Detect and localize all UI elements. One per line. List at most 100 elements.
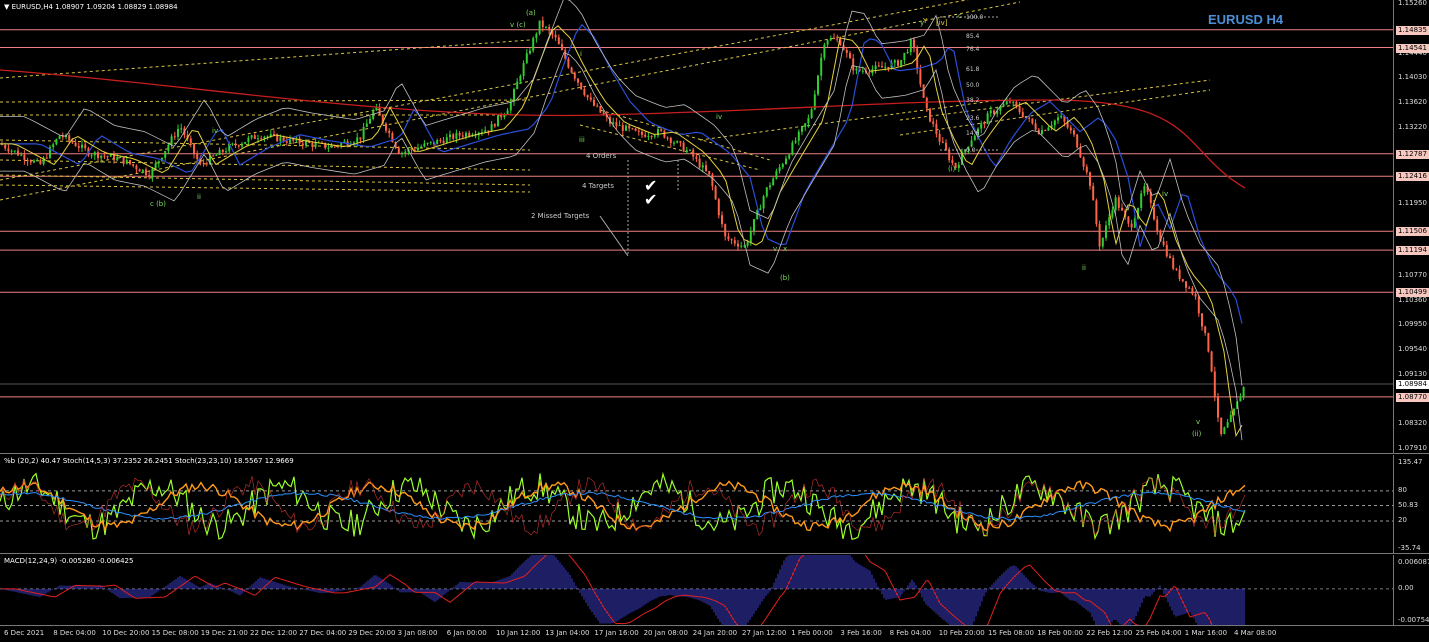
- wave-label: iv: [212, 127, 219, 135]
- candle-body: [465, 132, 467, 137]
- date-tick-label: 10 Dec 20:00: [102, 629, 150, 637]
- candle-body: [23, 154, 26, 161]
- date-tick-label: 22 Dec 12:00: [250, 629, 298, 637]
- candle-body: [948, 149, 951, 161]
- candle-body: [788, 154, 791, 159]
- candle-body: [577, 78, 579, 83]
- price-chart-pane[interactable]: ▼ EURUSD,H4 1.08907 1.09204 1.08829 1.08…: [0, 0, 1393, 453]
- candle-body: [525, 53, 528, 64]
- candle-body: [116, 157, 119, 161]
- candle-body: [1194, 293, 1197, 297]
- ma-mid-line[interactable]: [0, 23, 1243, 324]
- candle-body: [529, 50, 531, 54]
- candle-body: [727, 236, 730, 240]
- candle-body: [689, 149, 691, 151]
- candle-body: [196, 153, 199, 160]
- candle-body: [897, 60, 899, 66]
- date-tick-label: 17 Jan 16:00: [594, 629, 639, 637]
- candle-body: [1076, 134, 1079, 148]
- candle-body: [682, 142, 685, 152]
- candle-body: [17, 150, 19, 156]
- candle-body: [721, 215, 723, 225]
- price-tick-label: 1.10770: [1398, 270, 1427, 279]
- channel-line[interactable]: [599, 109, 771, 161]
- candle-body: [55, 139, 58, 145]
- candle-body: [1069, 127, 1072, 131]
- candle-body: [1172, 257, 1175, 269]
- price-chart-canvas[interactable]: [0, 0, 1393, 453]
- candle-body: [410, 149, 413, 151]
- candle-body: [1127, 216, 1130, 224]
- stoch-tick-label: 135.47: [1398, 458, 1423, 466]
- candle-body: [39, 160, 42, 165]
- candle-body: [279, 137, 282, 142]
- wave-label: (b): [780, 274, 790, 282]
- candle-body: [461, 135, 464, 137]
- candle-body: [685, 150, 688, 152]
- candle-body: [1213, 371, 1216, 397]
- channel-line[interactable]: [0, 99, 531, 103]
- candle-body: [765, 187, 768, 197]
- candle-body: [119, 156, 122, 158]
- candle-body: [1226, 422, 1229, 428]
- candle-body: [1053, 120, 1056, 126]
- pane-separator[interactable]: [0, 453, 1429, 454]
- date-tick-label: 27 Jan 12:00: [742, 629, 787, 637]
- candle-body: [497, 115, 499, 127]
- candle-body: [359, 137, 362, 140]
- date-tick-label: 1 Mar 16:00: [1184, 629, 1228, 637]
- date-tick-label: 6 Jan 00:00: [446, 629, 487, 637]
- candle-body: [628, 125, 631, 129]
- candle-body: [666, 137, 669, 139]
- candle-body: [548, 26, 551, 31]
- candle-body: [177, 128, 179, 137]
- candle-body: [365, 123, 368, 127]
- channel-line[interactable]: [579, 124, 761, 171]
- candle-body: [26, 160, 29, 162]
- candle-body: [231, 143, 234, 145]
- candle-body: [167, 144, 170, 152]
- candle-body: [772, 178, 775, 186]
- stochastic-pane[interactable]: %b (20,2) 40.47 Stoch(14,5,3) 37.2352 26…: [0, 455, 1393, 553]
- candle-body: [1012, 101, 1015, 103]
- candle-body: [13, 150, 16, 152]
- stochastic-header: %b (20,2) 40.47 Stoch(14,5,3) 37.2352 26…: [4, 457, 294, 465]
- candle-body: [519, 75, 522, 82]
- price-tick-label: 1.13620: [1398, 98, 1427, 107]
- fib-level-label: 85.4: [966, 33, 980, 40]
- candle-body: [1098, 224, 1101, 247]
- date-tick-label: 8 Dec 04:00: [53, 629, 96, 637]
- candle-body: [541, 20, 544, 27]
- channel-line[interactable]: [0, 39, 531, 79]
- candle-body: [132, 164, 135, 166]
- fib-level-label: 76.4: [966, 46, 980, 53]
- candle-body: [993, 110, 995, 114]
- macd-pane[interactable]: MACD(12,24,9) -0.005280 -0.006425: [0, 555, 1393, 625]
- candle-body: [1111, 210, 1114, 218]
- candle-body: [484, 130, 487, 133]
- candle-body: [1242, 387, 1245, 398]
- candle-body: [820, 57, 823, 76]
- candle-body: [653, 135, 656, 137]
- date-axis[interactable]: 6 Dec 2021 8 Dec 04:00 10 Dec 20:00 15 Dec …: [0, 627, 1393, 642]
- candle-body: [1130, 223, 1133, 228]
- pane-separator[interactable]: [0, 553, 1429, 554]
- candle-body: [362, 126, 365, 140]
- candle-body: [129, 160, 131, 165]
- candle-body: [701, 165, 704, 168]
- macd-header: MACD(12,24,9) -0.005280 -0.006425: [4, 557, 134, 565]
- candle-body: [193, 143, 195, 154]
- candle-body: [596, 105, 599, 107]
- upper-band-line[interactable]: [0, 0, 1243, 386]
- candle-body: [388, 130, 391, 134]
- channel-line[interactable]: [0, 184, 531, 193]
- candle-body: [305, 141, 307, 146]
- orders-annotation: 4 Orders: [586, 152, 617, 160]
- candle-body: [868, 72, 871, 74]
- candle-body: [1031, 118, 1034, 124]
- date-tick-label: 10 Feb 20:00: [938, 629, 985, 637]
- candle-body: [823, 44, 826, 58]
- candle-body: [615, 122, 618, 127]
- candle-body: [1201, 313, 1203, 327]
- candle-body: [52, 144, 55, 148]
